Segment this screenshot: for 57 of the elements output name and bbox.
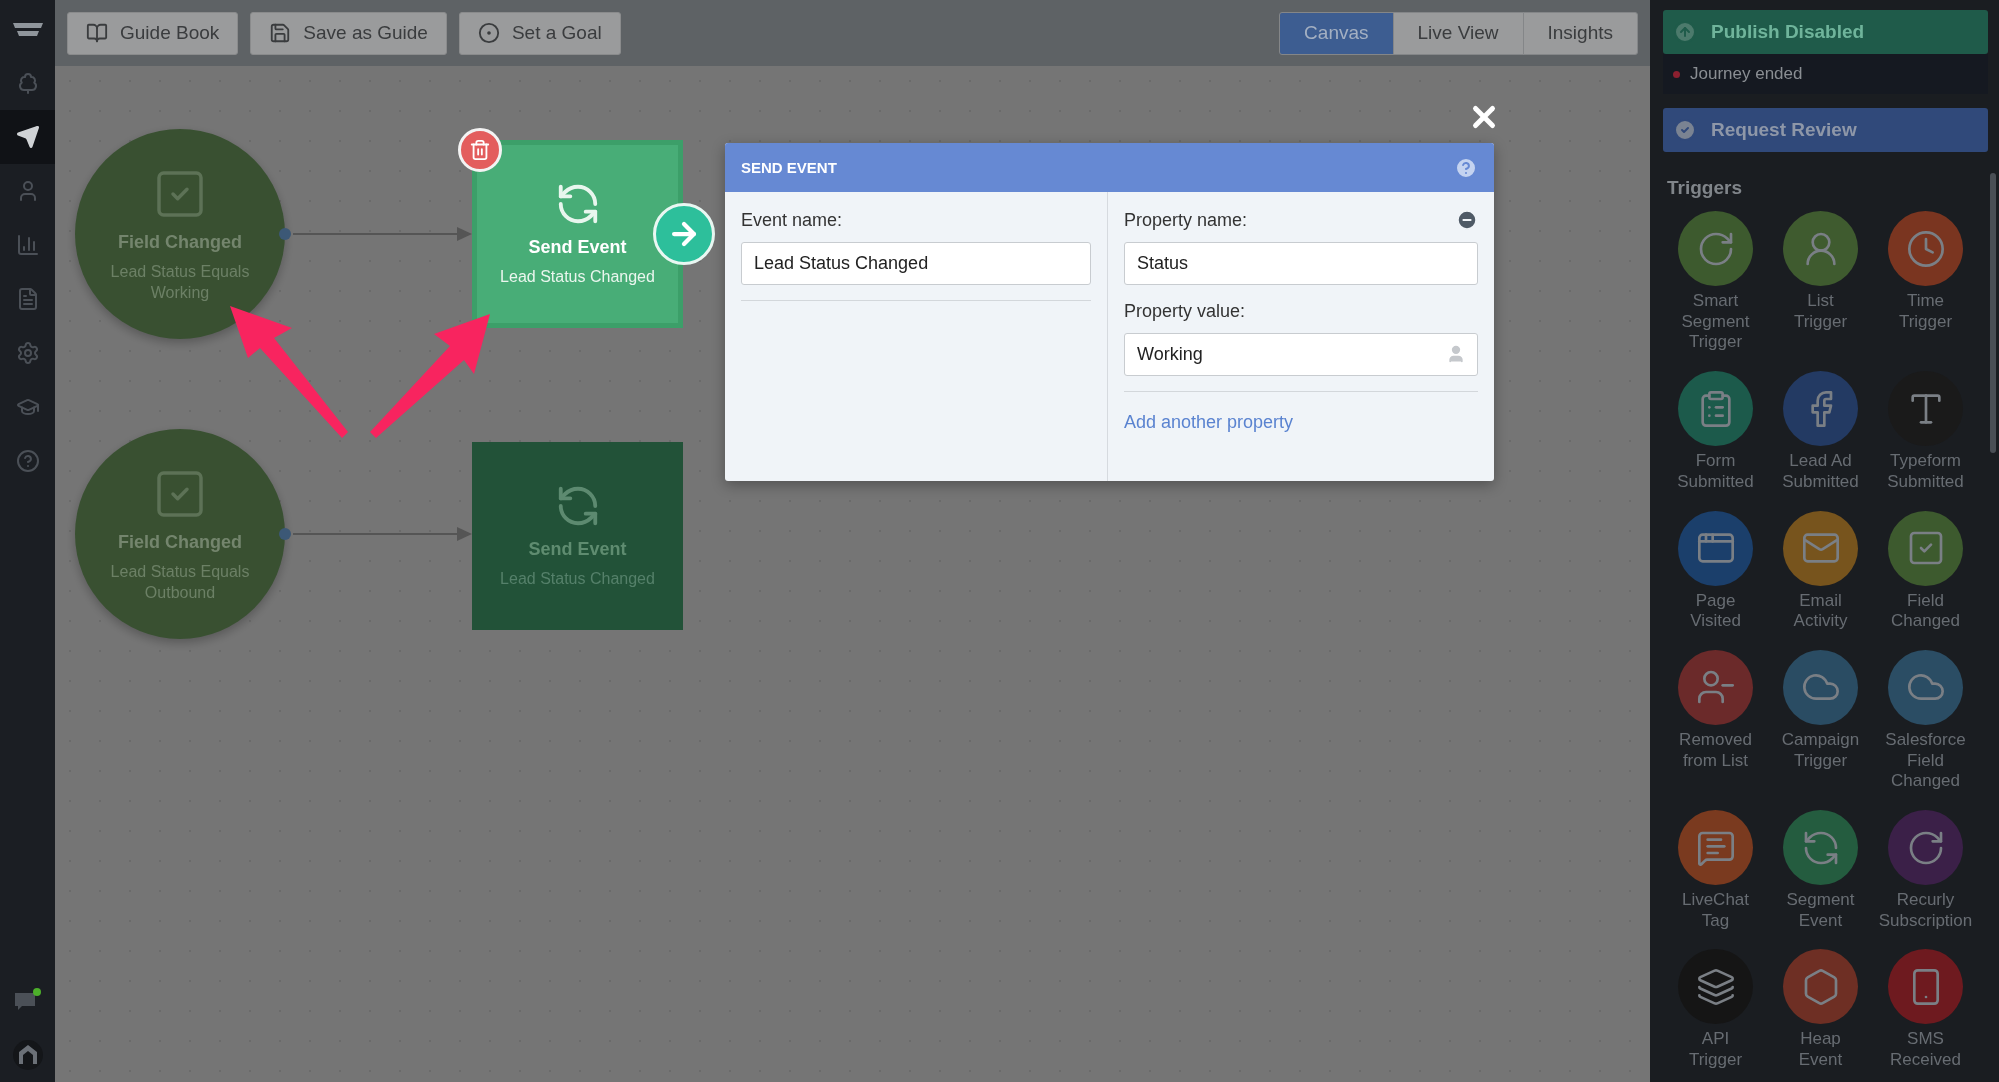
node-title: Field Changed bbox=[118, 231, 242, 253]
add-property-link[interactable]: Add another property bbox=[1124, 412, 1294, 433]
send-icon[interactable] bbox=[15, 125, 40, 149]
field-label: Property name: bbox=[1124, 209, 1248, 231]
toolbar-button[interactable]: Save as Guide bbox=[250, 11, 447, 55]
trigger-label: Campaign Trigger bbox=[1781, 729, 1860, 772]
trigger-label: Typeform Submitted bbox=[1887, 451, 1964, 493]
book-icon bbox=[86, 22, 108, 44]
property-value-field[interactable]: Working bbox=[1124, 333, 1478, 376]
trigger-label: Salesforce Field Changed bbox=[1885, 729, 1966, 793]
field-label: Event name: bbox=[741, 209, 843, 231]
trigger-label: Segment Event bbox=[1786, 890, 1855, 932]
node-subtitle: Lead Status Changed bbox=[499, 267, 656, 287]
check-icon bbox=[1673, 118, 1697, 142]
node-title: Field Changed bbox=[118, 531, 242, 553]
property-name-field[interactable]: Status bbox=[1124, 242, 1478, 285]
remove-icon[interactable] bbox=[1456, 209, 1478, 231]
trigger-label: Form Submitted bbox=[1677, 451, 1754, 493]
trigger-label: SMS Received bbox=[1890, 1029, 1961, 1071]
trigger-label: Removed from List bbox=[1679, 729, 1752, 772]
action-node[interactable]: Send Event Lead Status Changed bbox=[472, 140, 683, 328]
view-tab[interactable]: Insights bbox=[1522, 11, 1638, 55]
status-dot bbox=[1673, 70, 1680, 78]
trigger-label: Field Changed bbox=[1891, 590, 1960, 632]
trigger-label: Heap Event bbox=[1798, 1029, 1843, 1071]
trigger-label: Recurly Subscription bbox=[1878, 890, 1973, 932]
request-review-button[interactable]: Request Review bbox=[1663, 108, 1988, 152]
event-name-field[interactable]: Lead Status Changed bbox=[741, 242, 1091, 285]
user-icon bbox=[1446, 344, 1466, 364]
trigger-label: List Trigger bbox=[1793, 291, 1848, 333]
trigger-label: Smart Segment Trigger bbox=[1681, 291, 1750, 354]
trigger-label: Lead Ad Submitted bbox=[1782, 451, 1859, 493]
publish-button[interactable]: Publish Disabled bbox=[1663, 10, 1988, 54]
status-text: Journey ended bbox=[1690, 64, 1803, 84]
node-title: Send Event bbox=[528, 237, 627, 258]
trigger-label: API Trigger bbox=[1688, 1029, 1743, 1071]
section-title: Triggers bbox=[1667, 177, 1743, 199]
trigger-label: Email Activity bbox=[1793, 590, 1848, 632]
field-label: Property value: bbox=[1124, 300, 1246, 322]
scrollbar[interactable] bbox=[1990, 173, 1996, 453]
toolbar-button[interactable]: Guide Book bbox=[67, 11, 239, 55]
clock-icon bbox=[1905, 228, 1946, 269]
dialog-title: SEND EVENT bbox=[741, 159, 837, 176]
app-logo-icon[interactable] bbox=[11, 1039, 44, 1071]
delete-button[interactable] bbox=[458, 128, 502, 172]
toolbar-button[interactable]: Set a Goal bbox=[458, 11, 621, 55]
target-icon bbox=[477, 22, 500, 44]
trigger-label: LiveChat Tag bbox=[1681, 890, 1750, 932]
trigger-label: Time Trigger bbox=[1898, 291, 1953, 333]
node-title: Send Event bbox=[528, 539, 627, 560]
trash-icon bbox=[469, 139, 491, 161]
view-tab[interactable]: Live View bbox=[1392, 11, 1524, 55]
layers-icon bbox=[1695, 966, 1736, 1007]
trigger-label: Page Visited bbox=[1690, 590, 1741, 632]
view-tab[interactable]: Canvas bbox=[1279, 11, 1394, 55]
save-icon bbox=[269, 22, 292, 44]
upload-icon bbox=[1673, 20, 1697, 44]
